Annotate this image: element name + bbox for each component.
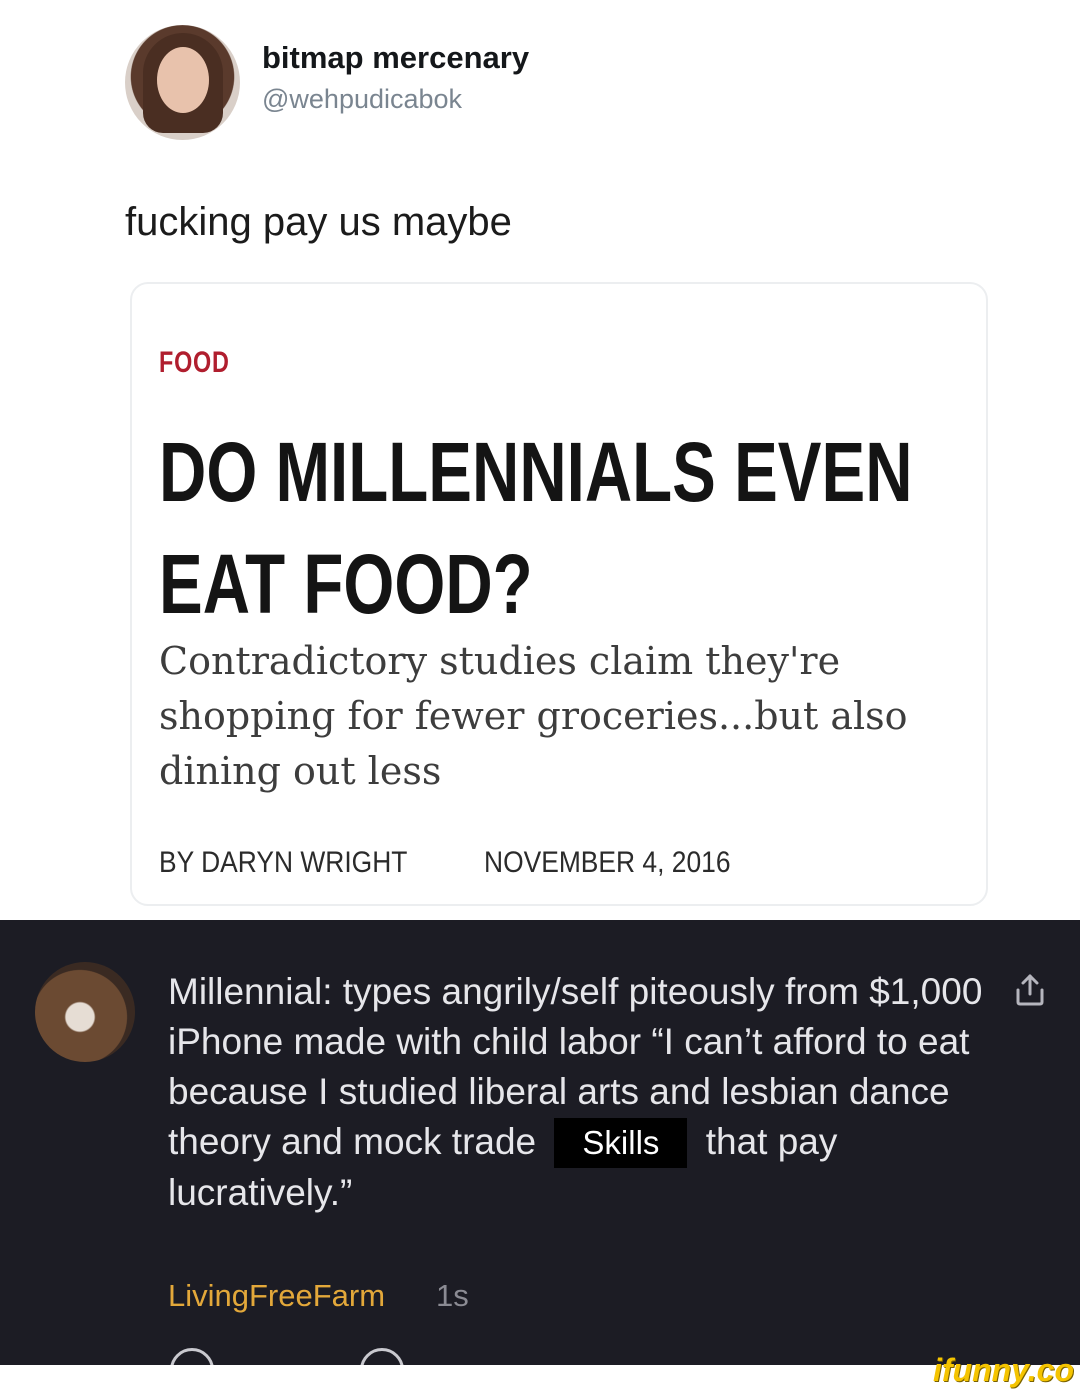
comment-text: Millennial: types angrily/self piteously…	[168, 967, 988, 1218]
article-category: FOOD	[159, 346, 230, 379]
ifunny-watermark: ifunny.co	[932, 1352, 1074, 1388]
reply-comment: Millennial: types angrily/self piteously…	[0, 920, 1080, 1368]
tweet-text: fucking pay us maybe	[125, 200, 512, 244]
article-subheadline: Contradictory studies claim they're shop…	[159, 639, 908, 793]
article-card[interactable]: FOOD DO MILLENNIALS EVEN EAT FOOD? Contr…	[130, 282, 988, 906]
user-handle[interactable]: @wehpudicabok	[262, 84, 462, 115]
article-date: NOVEMBER 4, 2016	[484, 846, 731, 879]
display-name[interactable]: bitmap mercenary	[262, 40, 529, 76]
user-avatar[interactable]	[125, 25, 240, 140]
comment-time: 1s	[436, 1278, 469, 1313]
article-headline: DO MILLENNIALS EVEN EAT FOOD?	[159, 425, 913, 631]
commenter-avatar[interactable]	[35, 962, 135, 1062]
avatar-face	[157, 47, 209, 113]
highlighted-word: Skills	[554, 1118, 688, 1168]
footer-bar	[0, 1365, 1080, 1385]
share-icon[interactable]	[1012, 972, 1048, 1008]
tweet: bitmap mercenary @wehpudicabok fucking p…	[0, 0, 1080, 920]
article-byline: BY DARYN WRIGHT	[159, 846, 408, 879]
comment-author[interactable]: LivingFreeFarm	[168, 1278, 385, 1314]
